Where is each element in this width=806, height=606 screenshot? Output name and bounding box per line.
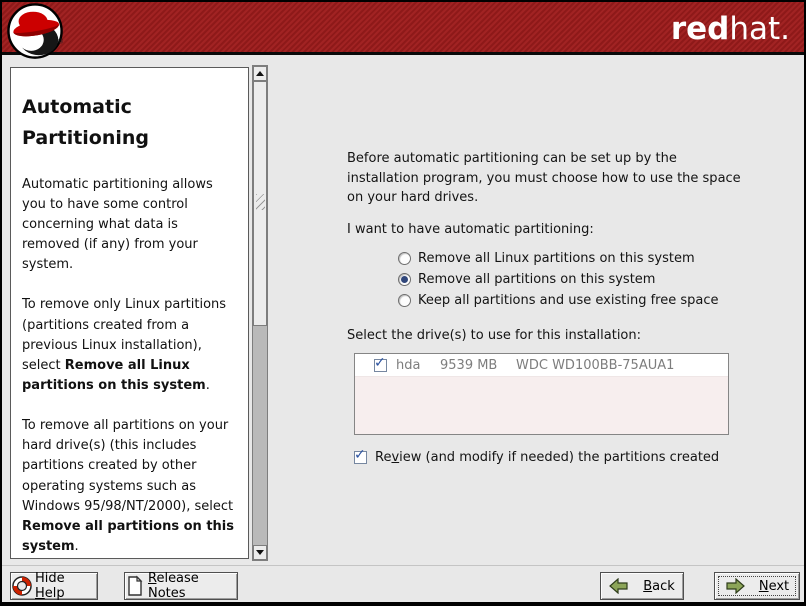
review-partitions-checkbox-row[interactable]: ✓ Review (and modify if needed) the part… bbox=[354, 450, 719, 465]
radio-remove-all-partitions[interactable]: Remove all partitions on this system bbox=[398, 269, 718, 290]
checkmark-icon: ✓ bbox=[374, 355, 386, 371]
installer-window: redhat. ® Automatic Partitioning Automat… bbox=[0, 0, 806, 606]
hide-help-label: Hide Help bbox=[35, 571, 97, 601]
drive-model: WDC WD100BB-75AUA1 bbox=[516, 358, 674, 373]
radio-selected-icon bbox=[398, 273, 411, 286]
review-label: Review (and modify if needed) the partit… bbox=[375, 450, 719, 465]
redhat-shadowman-logo-icon: ® bbox=[7, 3, 65, 61]
scroll-down-button[interactable] bbox=[253, 545, 267, 560]
header-banner: redhat. bbox=[2, 2, 804, 55]
radio-keep-all-partitions[interactable]: Keep all partitions and use existing fre… bbox=[398, 290, 718, 311]
paragraph-text: Automatic partitioning allows you to hav… bbox=[22, 177, 213, 273]
wordmark-dot: . bbox=[780, 11, 790, 47]
paragraph-bold: Remove all partitions on this system bbox=[22, 519, 234, 554]
radio-label: Remove all partitions on this system bbox=[418, 272, 655, 287]
next-arrow-icon bbox=[725, 578, 745, 594]
partitioning-radio-group: Remove all Linux partitions on this syst… bbox=[398, 248, 718, 311]
drive-select-label: Select the drive(s) to use for this inst… bbox=[347, 328, 641, 343]
registered-mark: ® bbox=[57, 38, 64, 46]
scroll-up-button[interactable] bbox=[253, 66, 267, 81]
review-checkbox-checked[interactable]: ✓ bbox=[354, 451, 367, 464]
back-arrow-icon bbox=[609, 578, 629, 594]
scrollbar-thumb[interactable] bbox=[253, 81, 267, 326]
radio-remove-linux-partitions[interactable]: Remove all Linux partitions on this syst… bbox=[398, 248, 718, 269]
paragraph-text: . bbox=[75, 539, 79, 554]
help-scrollbar[interactable] bbox=[252, 65, 268, 561]
arrow-up-icon bbox=[256, 71, 264, 76]
footer-separator bbox=[2, 565, 804, 566]
help-title: Automatic Partitioning bbox=[22, 92, 239, 155]
lifebuoy-help-icon bbox=[11, 575, 33, 597]
help-paragraph: Automatic partitioning allows you to hav… bbox=[22, 175, 239, 276]
release-notes-label: Release Notes bbox=[148, 571, 237, 601]
scrollbar-grip-icon bbox=[256, 194, 265, 210]
radio-icon bbox=[398, 252, 411, 265]
radio-label: Keep all partitions and use existing fre… bbox=[418, 293, 718, 308]
drive-list: ✓ hda 9539 MB WDC WD100BB-75AUA1 bbox=[354, 353, 729, 435]
drive-row-hda[interactable]: ✓ hda 9539 MB WDC WD100BB-75AUA1 bbox=[355, 354, 728, 377]
checkmark-icon: ✓ bbox=[354, 447, 366, 463]
help-paragraph: To remove all partitions on your hard dr… bbox=[22, 416, 239, 557]
help-panel: Automatic Partitioning Automatic partiti… bbox=[10, 67, 249, 559]
back-button[interactable]: Back bbox=[600, 572, 684, 600]
back-label: Back bbox=[643, 579, 675, 594]
label-text: Re bbox=[375, 450, 391, 465]
radio-icon bbox=[398, 294, 411, 307]
intro-text: Before automatic partitioning can be set… bbox=[347, 149, 747, 208]
label-text: iew (and modify if needed) the partition… bbox=[399, 450, 719, 465]
help-paragraph: To remove only Linux partitions (partiti… bbox=[22, 295, 239, 396]
paragraph-text: To remove all partitions on your hard dr… bbox=[22, 418, 233, 514]
drive-name: hda bbox=[396, 358, 440, 373]
partitioning-prompt: I want to have automatic partitioning: bbox=[347, 222, 594, 237]
redhat-wordmark: redhat. bbox=[671, 11, 790, 47]
release-notes-button[interactable]: Release Notes bbox=[124, 572, 238, 600]
arrow-down-icon bbox=[256, 550, 264, 555]
hide-help-button[interactable]: Hide Help bbox=[10, 572, 98, 600]
wordmark-red: red bbox=[671, 11, 730, 47]
drive-size: 9539 MB bbox=[440, 358, 508, 373]
document-page-icon bbox=[125, 575, 145, 597]
drive-checkbox-checked[interactable]: ✓ bbox=[374, 359, 387, 372]
wordmark-hat: hat bbox=[729, 11, 780, 47]
next-label: Next bbox=[759, 579, 789, 594]
next-button[interactable]: Next bbox=[714, 572, 800, 600]
radio-label: Remove all Linux partitions on this syst… bbox=[418, 251, 695, 266]
paragraph-text: . bbox=[206, 378, 210, 393]
label-accel: v bbox=[391, 450, 399, 465]
